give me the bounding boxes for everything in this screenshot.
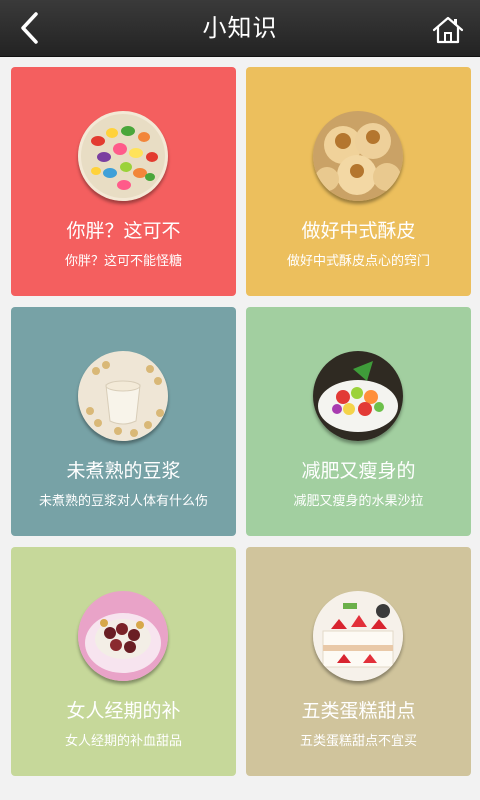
- card-subtitle: 你胖？这可不能怪糖: [64, 254, 182, 269]
- home-button[interactable]: [426, 8, 470, 52]
- card-title: 做好中式酥皮: [301, 220, 416, 242]
- strawberry-cake-image: [313, 591, 403, 681]
- card-title: 你胖？这可不: [66, 220, 181, 242]
- card-title: 五类蛋糕甜点: [301, 700, 416, 722]
- card-subtitle: 减肥又瘦身的水果沙拉: [293, 494, 424, 509]
- card-title: 未煮熟的豆浆: [66, 460, 181, 482]
- soy-milk-image: [78, 351, 168, 441]
- card-title: 减肥又瘦身的: [301, 460, 416, 482]
- home-icon: [431, 15, 465, 45]
- tip-card-cake[interactable]: 五类蛋糕甜点 五类蛋糕甜点不宜买: [246, 547, 471, 776]
- jelly-beans-image: [78, 111, 168, 201]
- pastry-image: [313, 111, 403, 201]
- tip-card-sugar[interactable]: 你胖？这可不 你胖？这可不能怪糖: [11, 67, 236, 296]
- page-title: 小知识: [202, 14, 278, 42]
- tip-card-fruit-salad[interactable]: 减肥又瘦身的 减肥又瘦身的水果沙拉: [246, 307, 471, 536]
- back-arrow-icon: [17, 10, 43, 46]
- card-title: 女人经期的补: [66, 700, 181, 722]
- tip-card-soy-milk[interactable]: 未煮熟的豆浆 未煮熟的豆浆对人体有什么伤: [11, 307, 236, 536]
- top-bar: 小知识: [0, 0, 480, 57]
- card-subtitle: 做好中式酥皮点心的窍门: [286, 254, 430, 269]
- tip-card-red-bean-dessert[interactable]: 女人经期的补 女人经期的补血甜品: [11, 547, 236, 776]
- tip-card-pastry[interactable]: 做好中式酥皮 做好中式酥皮点心的窍门: [246, 67, 471, 296]
- card-subtitle: 未煮熟的豆浆对人体有什么伤: [38, 494, 208, 509]
- card-subtitle: 五类蛋糕甜点不宜买: [299, 734, 417, 749]
- back-button[interactable]: [8, 6, 52, 50]
- red-bean-dessert-image: [78, 591, 168, 681]
- fruit-salad-image: [313, 351, 403, 441]
- card-subtitle: 女人经期的补血甜品: [64, 734, 182, 749]
